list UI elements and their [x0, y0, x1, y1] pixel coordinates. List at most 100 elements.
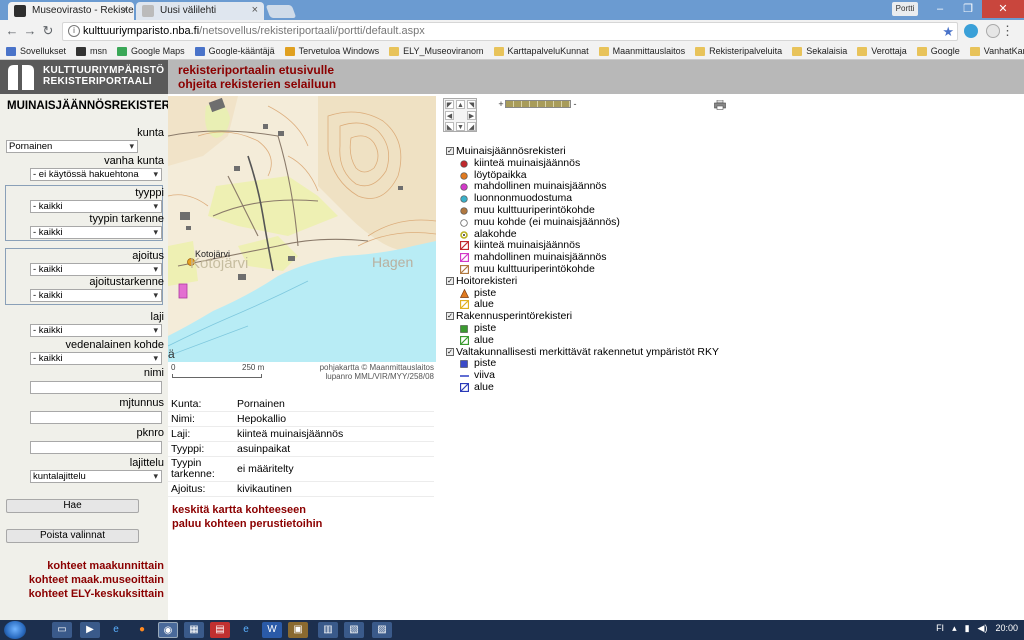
- reload-icon[interactable]: ↻: [40, 23, 56, 39]
- link-by-museum[interactable]: kohteet maak.museoittain: [29, 574, 164, 586]
- pan-left-icon[interactable]: ◀: [445, 111, 454, 120]
- windows-icon: [284, 46, 295, 56]
- bookmark-item[interactable]: VanhatKartat: [969, 46, 1024, 56]
- legend-item: muu kulttuuriperintökohde: [444, 204, 719, 216]
- zoom-slider[interactable]: [505, 100, 571, 108]
- firefox-icon[interactable]: ●: [132, 622, 152, 638]
- bookmark-item[interactable]: Rekisteripalveluita: [695, 46, 782, 56]
- portal-home-link[interactable]: rekisteriportaalin etusivulle: [178, 63, 336, 77]
- map-view[interactable]: Kotojärvi Kotojärvi Hagen ä: [168, 96, 436, 362]
- bookmark-item[interactable]: Verottaja: [857, 46, 907, 56]
- pdf-reader-icon[interactable]: ▤: [210, 622, 230, 638]
- bookmark-item[interactable]: KarttapalveluKunnat: [493, 46, 589, 56]
- extension-shield-icon[interactable]: [964, 24, 978, 38]
- bookmark-item[interactable]: ELY_Museoviranom: [389, 46, 484, 56]
- pan-down-icon[interactable]: ▼: [456, 122, 465, 131]
- word-icon[interactable]: W: [262, 622, 282, 638]
- new-tab-favicon-icon: [142, 5, 154, 17]
- bookmark-item[interactable]: Tervetuloa Windows: [284, 46, 379, 56]
- ajoitus-select[interactable]: - kaikki: [30, 263, 162, 276]
- bookmark-item[interactable]: Google: [916, 46, 960, 56]
- bookmarks-bar: Sovellukset msn Google Maps Google-kääntäjä…: [0, 43, 1024, 60]
- layer-checkbox[interactable]: ✓: [446, 147, 454, 155]
- legend-group-label: Muinaisjäännösrekisteri: [456, 145, 566, 157]
- back-arrow-icon[interactable]: ←: [4, 23, 20, 39]
- layer-checkbox[interactable]: ✓: [446, 312, 454, 321]
- pan-up-right-icon[interactable]: ◥: [467, 100, 476, 109]
- mjtunnus-input[interactable]: [30, 411, 162, 424]
- tyyppi-select[interactable]: - kaikki: [30, 200, 162, 213]
- pan-up-left-icon[interactable]: ◤: [445, 100, 454, 109]
- back-to-details-link[interactable]: paluu kohteen perustietoihin: [172, 517, 322, 531]
- volume-icon[interactable]: ◀): [978, 623, 988, 634]
- tyypin-tarkenne-select[interactable]: - kaikki: [30, 226, 162, 239]
- window-controls: Portti – ❐ ✕: [892, 0, 1024, 18]
- media-player-icon[interactable]: ▶: [80, 622, 100, 638]
- legend-area-icon: [459, 264, 470, 275]
- app-icon-2[interactable]: ▣: [288, 622, 308, 638]
- center-map-link[interactable]: keskitä kartta kohteeseen: [172, 503, 322, 517]
- zoom-in-button[interactable]: +: [497, 99, 505, 109]
- forward-arrow-icon[interactable]: →: [22, 23, 38, 39]
- close-window-button[interactable]: ✕: [982, 0, 1024, 18]
- laji-select[interactable]: - kaikki: [30, 324, 162, 337]
- help-link[interactable]: ohjeita rekisterien selailuun: [178, 77, 336, 91]
- layer-checkbox[interactable]: ✓: [446, 276, 454, 285]
- app-icon-3[interactable]: ▥: [318, 622, 338, 638]
- bookmark-item[interactable]: Sovellukset: [6, 46, 66, 56]
- zoom-out-button[interactable]: -: [571, 99, 579, 109]
- bookmark-item[interactable]: Maanmittauslaitos: [598, 46, 685, 56]
- tray-arrow-icon[interactable]: ▴: [952, 623, 957, 634]
- legend-item-label: alue: [474, 333, 494, 346]
- link-by-region[interactable]: kohteet maakunnittain: [47, 560, 164, 572]
- pan-down-left-icon[interactable]: ◣: [445, 122, 454, 131]
- file-explorer-icon[interactable]: ▭: [52, 622, 72, 638]
- app-icon-4[interactable]: ▧: [344, 622, 364, 638]
- extension-icon[interactable]: [986, 24, 1000, 38]
- search-button[interactable]: Hae: [6, 499, 139, 513]
- minimize-button[interactable]: –: [926, 0, 954, 18]
- pan-up-icon[interactable]: ▲: [456, 100, 465, 109]
- start-button-icon[interactable]: [4, 621, 26, 639]
- pan-right-icon[interactable]: ▶: [467, 111, 476, 120]
- edge-icon[interactable]: e: [236, 622, 256, 638]
- internet-explorer-icon[interactable]: e: [106, 622, 126, 638]
- maximize-button[interactable]: ❐: [954, 0, 982, 18]
- app-icon-5[interactable]: ▨: [372, 622, 392, 638]
- kunta-select[interactable]: Pornainen: [6, 140, 138, 153]
- lajittelu-select[interactable]: kuntalajittelu: [30, 470, 162, 483]
- clock[interactable]: 20:00: [995, 623, 1018, 634]
- bookmark-item[interactable]: msn: [76, 46, 107, 56]
- laji-label: laji: [150, 311, 164, 323]
- url-input[interactable]: i kulttuuriymparisto.nba.fi/netsovellus/…: [62, 22, 958, 41]
- ajoitustarkenne-select[interactable]: - kaikki: [30, 289, 162, 302]
- print-icon[interactable]: [714, 100, 726, 110]
- network-icon[interactable]: ▮: [965, 623, 970, 634]
- tab-museovirasto[interactable]: Museovirasto - Rekisteri ×: [8, 2, 134, 20]
- tab-new[interactable]: Uusi välilehti ×: [136, 2, 264, 20]
- clear-selections-button[interactable]: Poista valinnat: [6, 529, 139, 543]
- vanha-kunta-select[interactable]: - ei käytössä hakuehtona: [30, 168, 162, 181]
- link-by-ely[interactable]: kohteet ELY-keskuksittain: [29, 588, 164, 600]
- browser-menu-icon[interactable]: ⋮: [1001, 23, 1014, 39]
- close-tab-icon[interactable]: ×: [122, 4, 128, 16]
- bookmark-star-icon[interactable]: ★: [942, 23, 954, 40]
- chrome-icon[interactable]: ◉: [158, 622, 178, 638]
- user-profile-button[interactable]: Portti: [892, 2, 918, 16]
- bookmark-item[interactable]: Sekalaisia: [792, 46, 847, 56]
- pan-down-right-icon[interactable]: ◢: [467, 122, 476, 131]
- legend-item-label: muu kulttuuriperintökohde: [474, 203, 595, 216]
- close-tab-icon[interactable]: ×: [252, 4, 258, 16]
- new-tab-button[interactable]: [265, 5, 297, 18]
- vedenalainen-select[interactable]: - kaikki: [30, 352, 162, 365]
- app-icon[interactable]: ▦: [184, 622, 204, 638]
- bookmark-item[interactable]: Google-kääntäjä: [194, 46, 275, 56]
- pknro-input[interactable]: [30, 441, 162, 454]
- info-icon[interactable]: i: [68, 25, 80, 37]
- nimi-input[interactable]: [30, 381, 162, 394]
- legend-item: alue: [444, 334, 719, 346]
- language-indicator[interactable]: FI: [936, 623, 944, 634]
- portal-logo[interactable]: KULTTUURIYMPÄRISTÖ REKISTERIPORTAALI: [0, 60, 168, 94]
- layer-checkbox[interactable]: ✓: [446, 347, 454, 356]
- bookmark-item[interactable]: Google Maps: [117, 46, 185, 56]
